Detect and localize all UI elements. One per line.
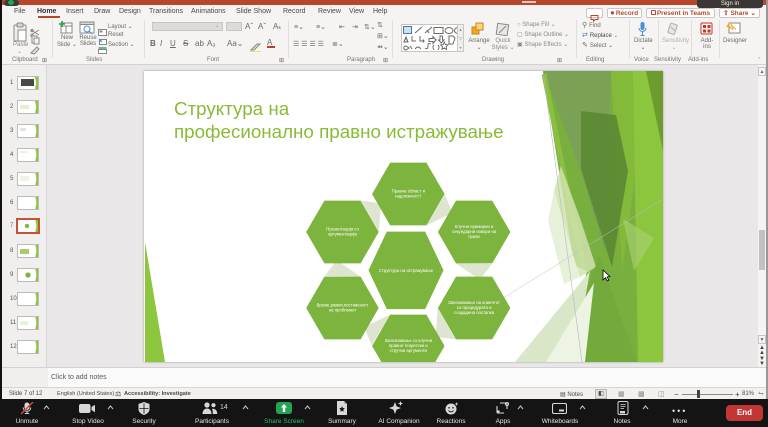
svg-text:надлежност?: надлежност?: [395, 194, 422, 199]
svg-text:на проблемот: на проблемот: [329, 308, 356, 313]
svg-text:Структура на истражување: Структура на истражување: [379, 268, 434, 273]
svg-text:право: право: [468, 234, 480, 239]
svg-text:стручни аргументи: стручни аргументи: [390, 348, 428, 353]
svg-text:создадена постапка: создадена постапка: [454, 310, 495, 315]
svg-text:аргументација: аргументација: [328, 232, 357, 237]
